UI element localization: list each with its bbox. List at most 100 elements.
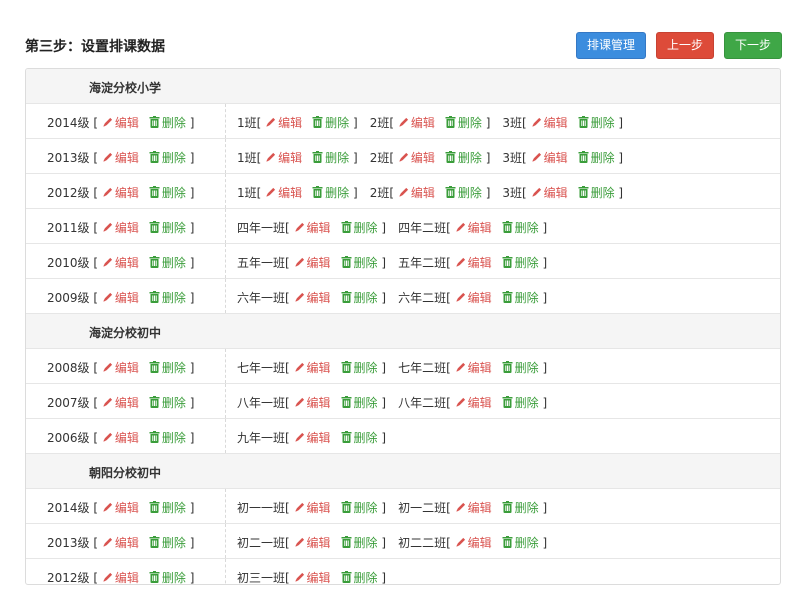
- edit-label: 编辑: [306, 396, 331, 410]
- delete-link[interactable]: 删除: [149, 291, 186, 305]
- open-bracket: [: [446, 396, 451, 410]
- delete-link[interactable]: 删除: [341, 571, 378, 584]
- delete-link[interactable]: 删除: [149, 431, 186, 445]
- delete-link[interactable]: 删除: [312, 186, 349, 200]
- delete-link[interactable]: 删除: [502, 256, 539, 270]
- prev-step-button[interactable]: 上一步: [656, 32, 714, 59]
- edit-link[interactable]: 编辑: [398, 151, 435, 165]
- delete-label: 删除: [161, 571, 186, 585]
- edit-link[interactable]: 编辑: [265, 186, 302, 200]
- delete-link[interactable]: 删除: [149, 536, 186, 550]
- delete-link[interactable]: 删除: [341, 256, 378, 270]
- edit-link[interactable]: 编辑: [294, 431, 331, 445]
- delete-link[interactable]: 删除: [312, 116, 349, 130]
- edit-link[interactable]: 编辑: [102, 186, 139, 200]
- delete-link[interactable]: 删除: [341, 501, 378, 515]
- delete-link[interactable]: 删除: [149, 571, 186, 585]
- edit-link[interactable]: 编辑: [102, 116, 139, 130]
- delete-link[interactable]: 删除: [149, 221, 186, 235]
- edit-link[interactable]: 编辑: [265, 151, 302, 165]
- edit-link[interactable]: 编辑: [102, 151, 139, 165]
- edit-link[interactable]: 编辑: [294, 361, 331, 375]
- delete-link[interactable]: 删除: [502, 396, 539, 410]
- edit-link[interactable]: 编辑: [265, 116, 302, 130]
- delete-link[interactable]: 删除: [341, 291, 378, 305]
- schedule-management-button[interactable]: 排课管理: [576, 32, 646, 59]
- edit-link[interactable]: 编辑: [531, 186, 568, 200]
- edit-link[interactable]: 编辑: [398, 186, 435, 200]
- delete-link[interactable]: 删除: [149, 361, 186, 375]
- open-bracket: [: [285, 361, 290, 375]
- edit-link[interactable]: 编辑: [294, 501, 331, 515]
- edit-link[interactable]: 编辑: [455, 256, 492, 270]
- edit-link[interactable]: 编辑: [455, 501, 492, 515]
- edit-link[interactable]: 编辑: [455, 396, 492, 410]
- delete-link[interactable]: 删除: [502, 501, 539, 515]
- delete-link[interactable]: 删除: [445, 186, 482, 200]
- delete-link[interactable]: 删除: [502, 361, 539, 375]
- open-bracket: [: [93, 151, 99, 165]
- edit-link[interactable]: 编辑: [102, 571, 139, 585]
- delete-label: 删除: [590, 151, 615, 165]
- edit-link[interactable]: 编辑: [102, 256, 139, 270]
- delete-link[interactable]: 删除: [149, 151, 186, 165]
- delete-link[interactable]: 删除: [149, 186, 186, 200]
- edit-link[interactable]: 编辑: [294, 291, 331, 305]
- delete-link[interactable]: 删除: [502, 221, 539, 235]
- edit-link[interactable]: 编辑: [294, 256, 331, 270]
- edit-link[interactable]: 编辑: [102, 221, 139, 235]
- edit-link[interactable]: 编辑: [455, 291, 492, 305]
- edit-link[interactable]: 编辑: [102, 431, 139, 445]
- grade-label: 2012级: [47, 186, 90, 200]
- edit-link[interactable]: 编辑: [294, 221, 331, 235]
- edit-link[interactable]: 编辑: [102, 291, 139, 305]
- grade-actions: 2007级 [ 编辑 删除 ]: [47, 394, 194, 411]
- close-bracket: ]: [542, 396, 548, 410]
- edit-link[interactable]: 编辑: [455, 536, 492, 550]
- edit-link[interactable]: 编辑: [102, 396, 139, 410]
- delete-link[interactable]: 删除: [149, 116, 186, 130]
- edit-label: 编辑: [114, 361, 139, 375]
- delete-link[interactable]: 删除: [341, 536, 378, 550]
- class-name: 初一一班: [237, 501, 286, 515]
- edit-link[interactable]: 编辑: [455, 361, 492, 375]
- edit-link[interactable]: 编辑: [102, 361, 139, 375]
- delete-link[interactable]: 删除: [149, 396, 186, 410]
- grade-row: 2006级 [ 编辑 删除 ] 九年一班[ 编辑 删除 ]: [26, 419, 780, 454]
- edit-label: 编辑: [467, 221, 492, 235]
- close-bracket: ]: [189, 431, 195, 445]
- pencil-icon: [265, 117, 276, 131]
- next-step-button[interactable]: 下一步: [724, 32, 782, 59]
- delete-link[interactable]: 删除: [578, 116, 615, 130]
- edit-link[interactable]: 编辑: [398, 116, 435, 130]
- delete-link[interactable]: 删除: [149, 256, 186, 270]
- edit-link[interactable]: 编辑: [294, 396, 331, 410]
- delete-link[interactable]: 删除: [502, 291, 539, 305]
- edit-link[interactable]: 编辑: [102, 536, 139, 550]
- delete-link[interactable]: 删除: [149, 501, 186, 515]
- trash-icon: [341, 256, 352, 271]
- edit-link[interactable]: 编辑: [531, 151, 568, 165]
- delete-link[interactable]: 删除: [341, 221, 378, 235]
- delete-link[interactable]: 删除: [341, 431, 378, 445]
- edit-link[interactable]: 编辑: [294, 536, 331, 550]
- trash-icon: [578, 116, 589, 131]
- delete-link[interactable]: 删除: [578, 151, 615, 165]
- delete-link[interactable]: 删除: [312, 151, 349, 165]
- edit-label: 编辑: [114, 291, 139, 305]
- delete-link[interactable]: 删除: [445, 151, 482, 165]
- grade-cell: 2014级 [ 编辑 删除 ]: [26, 489, 226, 523]
- edit-link[interactable]: 编辑: [294, 571, 331, 584]
- edit-link[interactable]: 编辑: [102, 501, 139, 515]
- delete-link[interactable]: 删除: [578, 186, 615, 200]
- delete-label: 删除: [514, 396, 539, 410]
- class-item: 四年一班[ 编辑 删除 ]: [237, 219, 386, 236]
- edit-link[interactable]: 编辑: [455, 221, 492, 235]
- pencil-icon: [102, 572, 113, 585]
- delete-link[interactable]: 删除: [502, 536, 539, 550]
- delete-link[interactable]: 删除: [341, 396, 378, 410]
- delete-link[interactable]: 删除: [341, 361, 378, 375]
- pencil-icon: [102, 502, 113, 516]
- edit-link[interactable]: 编辑: [531, 116, 568, 130]
- delete-link[interactable]: 删除: [445, 116, 482, 130]
